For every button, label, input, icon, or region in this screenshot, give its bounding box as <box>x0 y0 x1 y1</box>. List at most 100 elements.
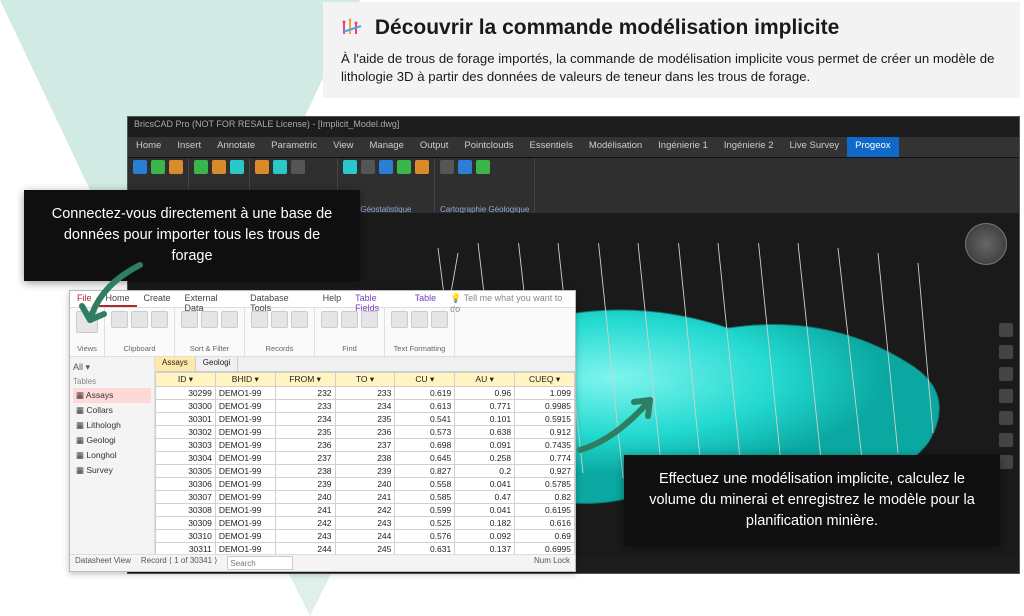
menu-item[interactable]: Home <box>99 291 137 307</box>
cell[interactable]: 237 <box>335 439 395 452</box>
cad-tab[interactable]: Progeox <box>847 137 898 157</box>
ds-ribbon-button[interactable] <box>291 311 308 328</box>
tool-icon[interactable] <box>999 323 1013 337</box>
ds-ribbon-button[interactable] <box>361 311 378 328</box>
tool-icon[interactable] <box>999 389 1013 403</box>
cell[interactable]: DEMO1-99 <box>215 439 275 452</box>
cell[interactable]: 0.558 <box>395 478 455 491</box>
ds-ribbon-button[interactable] <box>321 311 338 328</box>
table-row[interactable]: 30306DEMO1-992392400.5580.0410.5785 <box>156 478 575 491</box>
cad-tab[interactable]: Home <box>128 137 169 157</box>
cell[interactable]: 1.099 <box>515 387 575 400</box>
cell[interactable]: 0.619 <box>395 387 455 400</box>
cell[interactable]: 237 <box>275 452 335 465</box>
ds-ribbon-button[interactable] <box>391 311 408 328</box>
cell[interactable]: 30308 <box>156 504 216 517</box>
cell[interactable]: 0.258 <box>455 452 515 465</box>
cell[interactable]: 0.82 <box>515 491 575 504</box>
cell[interactable]: 0.96 <box>455 387 515 400</box>
ribbon-button-icon[interactable] <box>194 160 208 174</box>
ds-ribbon-button[interactable] <box>201 311 218 328</box>
nav-table-item[interactable]: ▦ Survey <box>73 463 151 478</box>
cell[interactable]: 243 <box>335 517 395 530</box>
nav-table-item[interactable]: ▦ Geologi <box>73 433 151 448</box>
cell[interactable]: 233 <box>335 387 395 400</box>
cell[interactable]: 0.091 <box>455 439 515 452</box>
ds-ribbon-button[interactable] <box>411 311 428 328</box>
ribbon-button-icon[interactable] <box>415 160 429 174</box>
cad-tab[interactable]: Modélisation <box>581 137 650 157</box>
cell[interactable]: 30302 <box>156 426 216 439</box>
table-row[interactable]: 30307DEMO1-992402410.5850.470.82 <box>156 491 575 504</box>
menu-item[interactable]: File <box>70 291 99 307</box>
ds-ribbon-button[interactable] <box>431 311 448 328</box>
column-header[interactable]: ID ▾ <box>156 373 216 387</box>
cell[interactable]: 0.645 <box>395 452 455 465</box>
ribbon-button-icon[interactable] <box>169 160 183 174</box>
ribbon-button-icon[interactable] <box>379 160 393 174</box>
ribbon-button-icon[interactable] <box>397 160 411 174</box>
cell[interactable]: 0.7435 <box>515 439 575 452</box>
ribbon-button-icon[interactable] <box>133 160 147 174</box>
column-header[interactable]: BHID ▾ <box>215 373 275 387</box>
cell[interactable]: 232 <box>275 387 335 400</box>
cell[interactable]: 0.182 <box>455 517 515 530</box>
ribbon-button-icon[interactable] <box>255 160 269 174</box>
column-header[interactable]: FROM ▾ <box>275 373 335 387</box>
ribbon-button-icon[interactable] <box>361 160 375 174</box>
cad-tab[interactable]: Annotate <box>209 137 263 157</box>
table-row[interactable]: 30309DEMO1-992422430.5250.1820.616 <box>156 517 575 530</box>
cad-tab[interactable]: Pointclouds <box>456 137 521 157</box>
cell[interactable]: 0.616 <box>515 517 575 530</box>
ribbon-button-icon[interactable] <box>273 160 287 174</box>
cad-tab[interactable]: Live Survey <box>781 137 847 157</box>
cell[interactable]: 30307 <box>156 491 216 504</box>
cell[interactable]: 240 <box>275 491 335 504</box>
cell[interactable]: 239 <box>275 478 335 491</box>
cell[interactable]: 0.827 <box>395 465 455 478</box>
cell[interactable]: 242 <box>335 504 395 517</box>
cell[interactable]: 30303 <box>156 439 216 452</box>
cell[interactable]: DEMO1-99 <box>215 426 275 439</box>
ds-ribbon-button[interactable] <box>271 311 288 328</box>
tool-icon[interactable] <box>999 433 1013 447</box>
cell[interactable]: 30300 <box>156 400 216 413</box>
cell[interactable]: 0.041 <box>455 478 515 491</box>
ribbon-button-icon[interactable] <box>343 160 357 174</box>
cell[interactable]: 0.774 <box>515 452 575 465</box>
ribbon-button-icon[interactable] <box>440 160 454 174</box>
tool-icon[interactable] <box>999 455 1013 469</box>
cad-tab[interactable]: Ingénierie 2 <box>716 137 782 157</box>
cell[interactable]: 0.613 <box>395 400 455 413</box>
cell[interactable]: 0.573 <box>395 426 455 439</box>
cell[interactable]: 0.638 <box>455 426 515 439</box>
cell[interactable]: 30299 <box>156 387 216 400</box>
table-row[interactable]: 30304DEMO1-992372380.6450.2580.774 <box>156 452 575 465</box>
menu-item[interactable]: External Data <box>178 291 244 307</box>
cell[interactable]: 0.525 <box>395 517 455 530</box>
cell[interactable]: 0.101 <box>455 413 515 426</box>
cell[interactable]: 30309 <box>156 517 216 530</box>
ribbon-button-icon[interactable] <box>151 160 165 174</box>
sheet-tab[interactable]: Geologi <box>196 357 239 371</box>
nav-table-item[interactable]: ▦ Longhol <box>73 448 151 463</box>
cell[interactable]: DEMO1-99 <box>215 504 275 517</box>
cad-tab[interactable]: Ingénierie 1 <box>650 137 716 157</box>
ribbon-button-icon[interactable] <box>476 160 490 174</box>
cell[interactable]: DEMO1-99 <box>215 387 275 400</box>
table-row[interactable]: 30305DEMO1-992382390.8270.20.927 <box>156 465 575 478</box>
record-navigator[interactable]: Record ⟨ 1 of 30341 ⟩ <box>141 556 218 570</box>
cell[interactable]: DEMO1-99 <box>215 465 275 478</box>
nav-table-item[interactable]: ▦ Assays <box>73 388 151 403</box>
cell[interactable]: DEMO1-99 <box>215 530 275 543</box>
ds-ribbon-button[interactable] <box>181 311 198 328</box>
cell[interactable]: DEMO1-99 <box>215 491 275 504</box>
cell[interactable]: 235 <box>275 426 335 439</box>
cell[interactable]: 30306 <box>156 478 216 491</box>
cell[interactable]: DEMO1-99 <box>215 413 275 426</box>
cell[interactable]: 0.2 <box>455 465 515 478</box>
cell[interactable]: 238 <box>335 452 395 465</box>
cell[interactable]: 0.6195 <box>515 504 575 517</box>
cell[interactable]: 236 <box>335 426 395 439</box>
cell[interactable]: 0.092 <box>455 530 515 543</box>
